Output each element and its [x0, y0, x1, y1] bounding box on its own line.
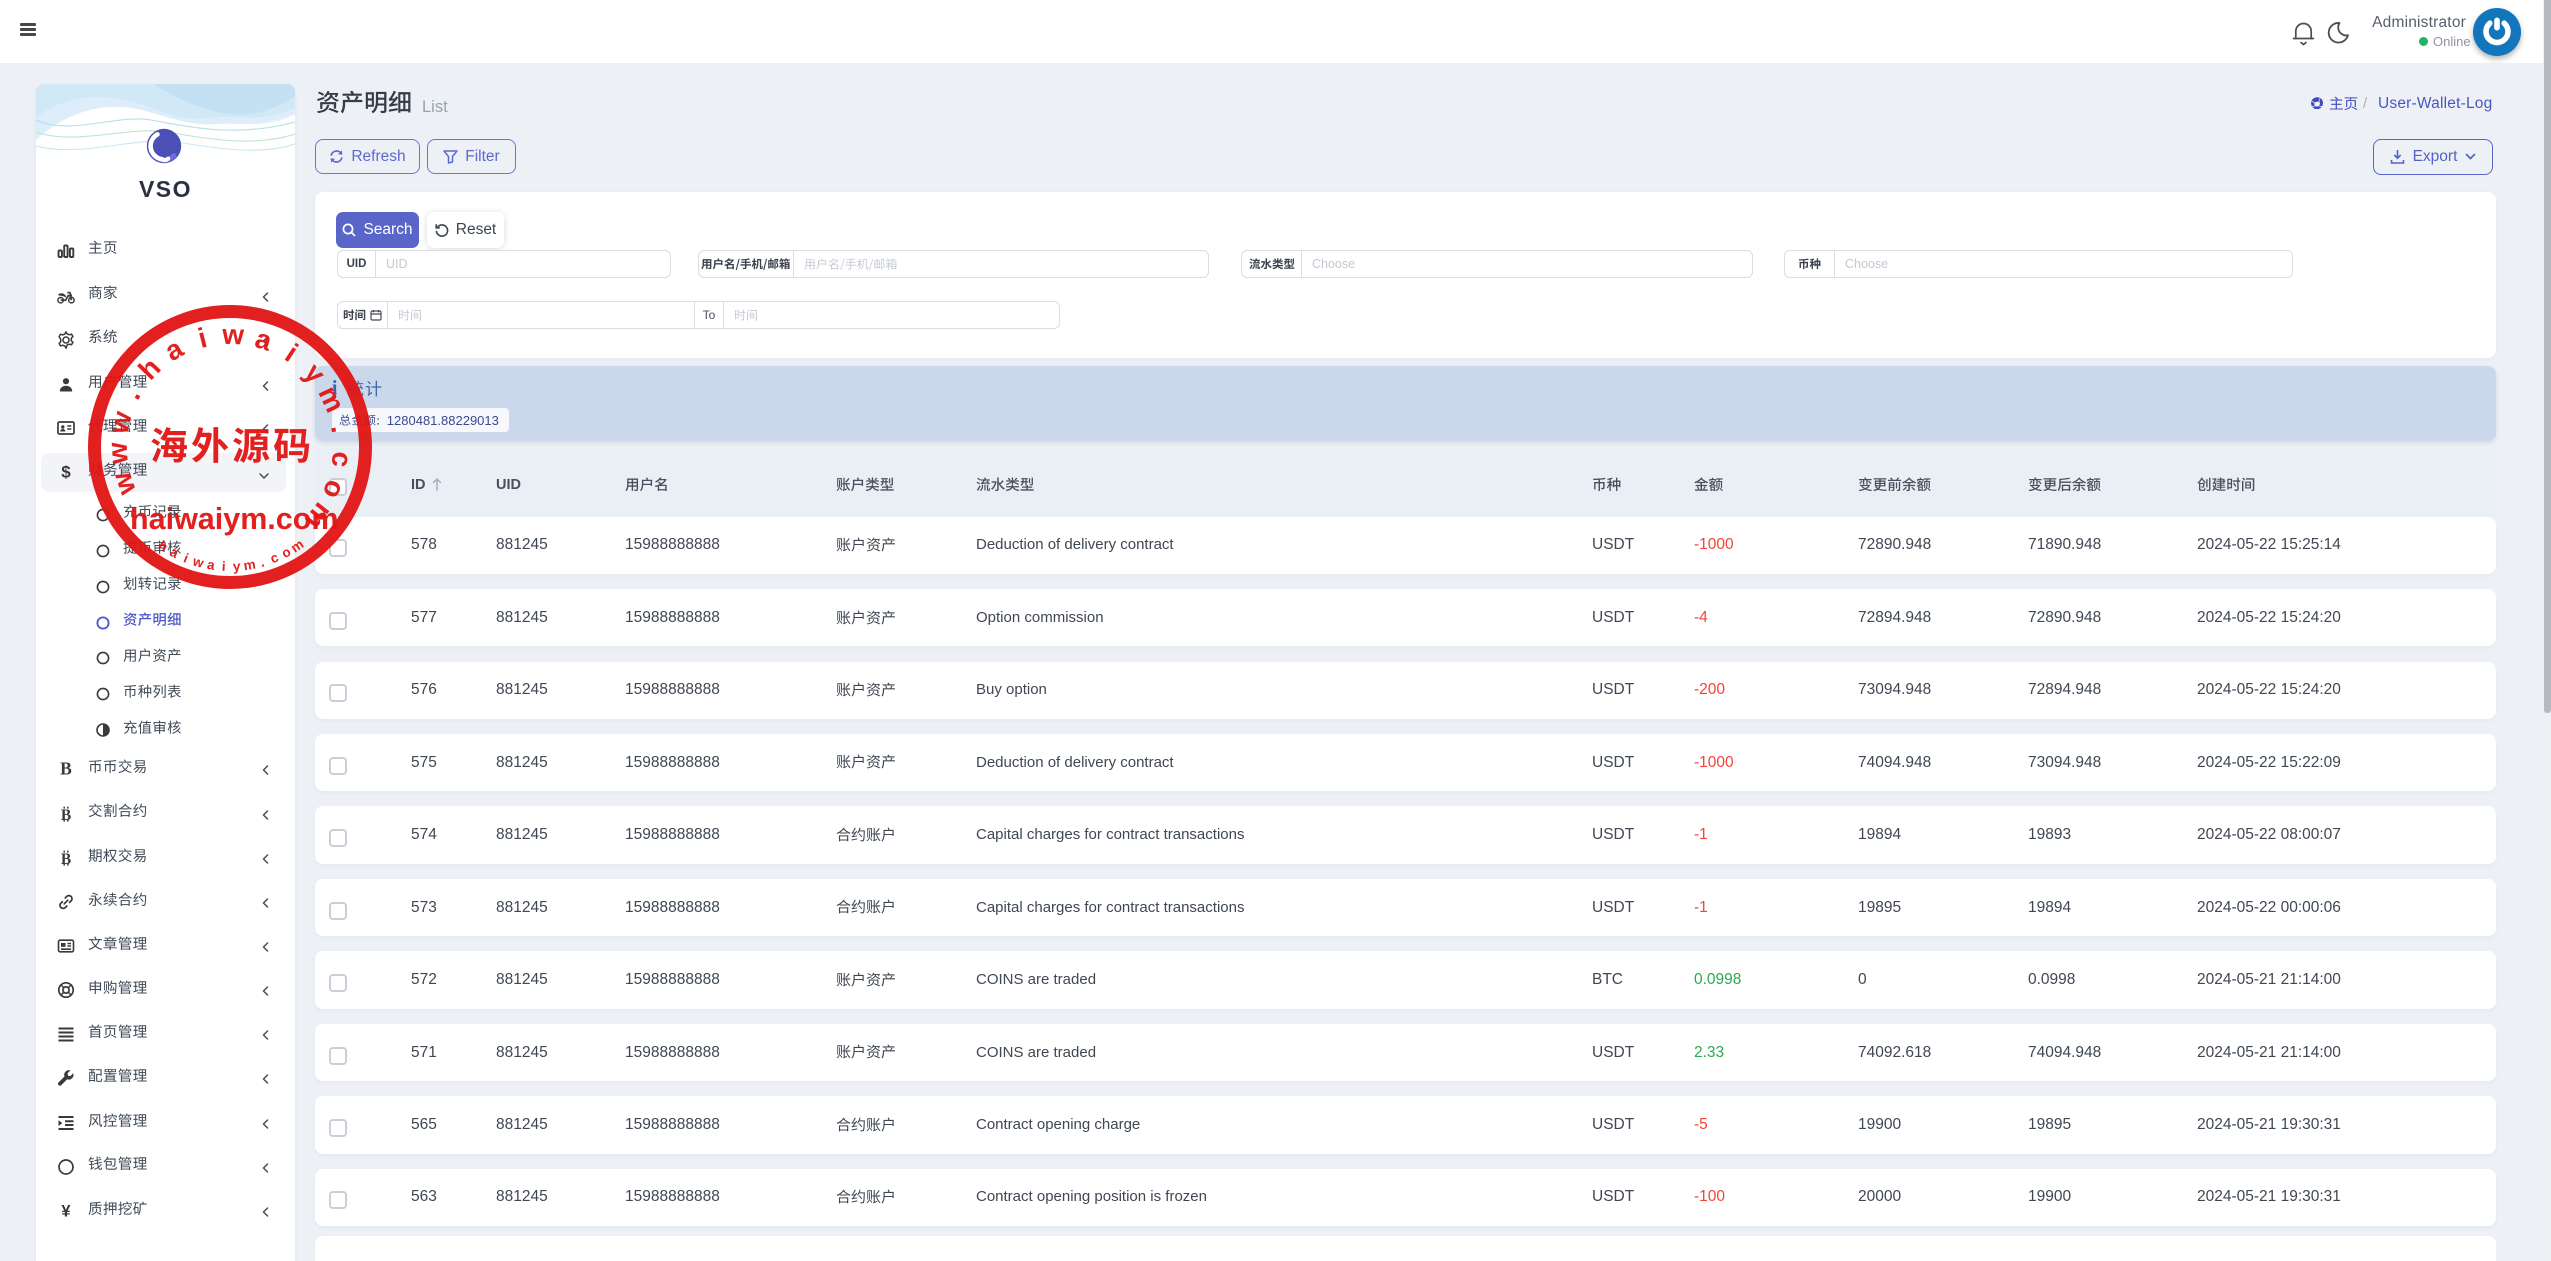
svg-text:w: w — [102, 408, 137, 437]
svg-text:.: . — [258, 554, 266, 569]
svg-text:B: B — [60, 760, 72, 778]
svg-text:y: y — [233, 559, 242, 574]
svg-text:.: . — [325, 422, 357, 435]
svg-text:a: a — [206, 557, 216, 573]
svg-text:B: B — [61, 850, 71, 866]
svg-text:a: a — [167, 544, 181, 561]
svg-text:i: i — [221, 559, 226, 574]
svg-text:y: y — [298, 357, 332, 389]
svg-text:.: . — [116, 383, 147, 405]
svg-text:i: i — [195, 322, 210, 354]
svg-text:w: w — [102, 441, 134, 466]
svg-text:a: a — [252, 323, 277, 357]
svg-text:c: c — [326, 450, 359, 469]
svg-text:m: m — [242, 557, 256, 574]
svg-text:a: a — [159, 332, 188, 367]
svg-text:w: w — [190, 553, 206, 571]
svg-text:B: B — [61, 806, 71, 822]
svg-text:h: h — [156, 538, 171, 555]
svg-text:w: w — [221, 319, 245, 351]
svg-text:w: w — [105, 468, 142, 500]
svg-text:i: i — [280, 338, 303, 368]
svg-text:c: c — [268, 549, 281, 566]
svg-text:i: i — [181, 550, 190, 565]
svg-text:¥: ¥ — [61, 1202, 71, 1220]
svg-text:o: o — [317, 476, 352, 504]
